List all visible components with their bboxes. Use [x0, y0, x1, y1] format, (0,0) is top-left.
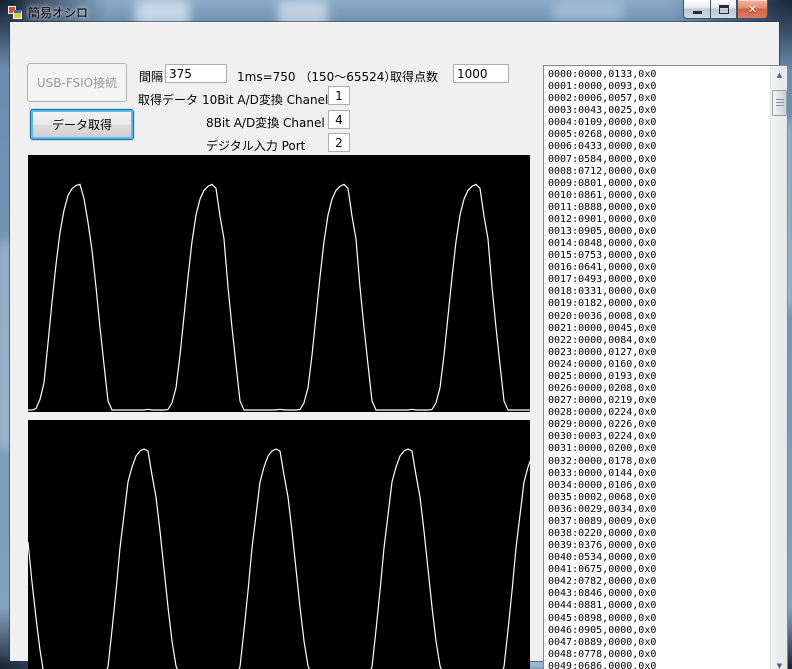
usb-connect-button[interactable]: USB-FSIO接続 — [27, 63, 127, 102]
oscilloscope-panel-8bit — [28, 420, 530, 669]
list-item[interactable]: 0040:0534,0000,0x0 — [548, 552, 767, 564]
list-item[interactable]: 0001:0000,0093,0x0 — [548, 81, 767, 93]
list-item[interactable]: 0017:0493,0000,0x0 — [548, 274, 767, 286]
list-item[interactable]: 0041:0675,0000,0x0 — [548, 564, 767, 576]
maximize-icon — [718, 4, 729, 14]
close-icon: ✕ — [747, 2, 758, 16]
client-area: USB-FSIO接続 データ取得 間隔 1ms=750 （150～65524） … — [10, 22, 788, 669]
list-item[interactable]: 0024:0000,0160,0x0 — [548, 359, 767, 371]
list-item[interactable]: 0004:0109,0000,0x0 — [548, 117, 767, 129]
list-item[interactable]: 0013:0905,0000,0x0 — [548, 226, 767, 238]
list-item[interactable]: 0008:0712,0000,0x0 — [548, 166, 767, 178]
list-item[interactable]: 0023:0000,0127,0x0 — [548, 347, 767, 359]
list-item[interactable]: 0028:0000,0224,0x0 — [548, 407, 767, 419]
list-item[interactable]: 0014:0848,0000,0x0 — [548, 238, 767, 250]
arrow-down-icon: ▼ — [776, 661, 783, 669]
waveform-8bit — [28, 448, 530, 669]
list-item[interactable]: 0002:0006,0057,0x0 — [548, 93, 767, 105]
list-item[interactable]: 0035:0002,0068,0x0 — [548, 492, 767, 504]
list-item[interactable]: 0043:0846,0000,0x0 — [548, 588, 767, 600]
list-item[interactable]: 0033:0000,0144,0x0 — [548, 468, 767, 480]
list-item[interactable]: 0025:0000,0193,0x0 — [548, 371, 767, 383]
list-item[interactable]: 0009:0801,0000,0x0 — [548, 178, 767, 190]
list-item[interactable]: 0000:0000,0133,0x0 — [548, 69, 767, 81]
data-acquire-button[interactable]: データ取得 — [30, 109, 134, 140]
ch8bit-input[interactable] — [328, 110, 350, 129]
list-lines: 0000:0000,0133,0x0 0001:0000,0093,0x0 0002… — [548, 69, 767, 669]
list-item[interactable]: 0039:0376,0000,0x0 — [548, 540, 767, 552]
list-item[interactable]: 0022:0000,0084,0x0 — [548, 335, 767, 347]
list-item[interactable]: 0018:0331,0000,0x0 — [548, 286, 767, 298]
waveform-10bit — [28, 183, 530, 411]
list-item[interactable]: 0016:0641,0000,0x0 — [548, 262, 767, 274]
list-item[interactable]: 0029:0000,0226,0x0 — [548, 419, 767, 431]
ch10bit-input[interactable] — [328, 86, 350, 105]
scroll-up-button[interactable]: ▲ — [771, 66, 788, 83]
list-item[interactable]: 0044:0881,0000,0x0 — [548, 600, 767, 612]
points-input[interactable] — [453, 64, 509, 83]
list-item[interactable]: 0019:0182,0000,0x0 — [548, 298, 767, 310]
list-item[interactable]: 0010:0861,0000,0x0 — [548, 190, 767, 202]
list-item[interactable]: 0021:0000,0045,0x0 — [548, 323, 767, 335]
scrollbar-grip-icon — [776, 99, 784, 107]
list-item[interactable]: 0032:0000,0178,0x0 — [548, 456, 767, 468]
list-item[interactable]: 0037:0089,0009,0x0 — [548, 516, 767, 528]
acquired-data-label: 取得データ — [138, 93, 199, 107]
close-button[interactable]: ✕ — [737, 0, 768, 19]
digital-port-label: デジタル入力 Port — [206, 139, 306, 153]
data-listbox[interactable]: 0000:0000,0133,0x0 0001:0000,0093,0x0 0002… — [543, 65, 788, 669]
interval-hint-label: 1ms=750 （150～65524） — [237, 70, 397, 84]
list-item[interactable]: 0031:0000,0200,0x0 — [548, 443, 767, 455]
list-item[interactable]: 0011:0888,0000,0x0 — [548, 202, 767, 214]
interval-label: 間隔 — [139, 70, 164, 84]
oscilloscope-panel-10bit — [28, 155, 530, 412]
minimize-icon — [692, 10, 702, 14]
list-item[interactable]: 0034:0000,0106,0x0 — [548, 480, 767, 492]
list-item[interactable]: 0005:0268,0000,0x0 — [548, 129, 767, 141]
app-window: 簡易オシロ ✕ USB-FSIO接続 データ取得 間隔 1ms=750 （150… — [0, 0, 792, 669]
list-item[interactable]: 0036:0029,0034,0x0 — [548, 504, 767, 516]
points-label: 取得点数 — [390, 70, 439, 84]
minimize-button[interactable] — [683, 0, 710, 19]
list-item[interactable]: 0006:0433,0000,0x0 — [548, 141, 767, 153]
list-item[interactable]: 0015:0753,0000,0x0 — [548, 250, 767, 262]
list-item[interactable]: 0045:0898,0000,0x0 — [548, 613, 767, 625]
list-item[interactable]: 0048:0778,0000,0x0 — [548, 649, 767, 661]
app-icon — [7, 4, 23, 20]
scrollbar-thumb[interactable] — [772, 90, 787, 116]
list-scrollbar[interactable]: ▲ ▼ — [770, 66, 787, 669]
ch10bit-label: 10Bit A/D変換 Chanel — [202, 93, 329, 107]
list-item[interactable]: 0030:0003,0224,0x0 — [548, 431, 767, 443]
glass-highlight — [0, 240, 10, 450]
list-item[interactable]: 0027:0000,0219,0x0 — [548, 395, 767, 407]
scroll-down-button[interactable]: ▼ — [771, 657, 788, 669]
list-item[interactable]: 0007:0584,0000,0x0 — [548, 154, 767, 166]
list-item[interactable]: 0026:0000,0208,0x0 — [548, 383, 767, 395]
maximize-button[interactable] — [710, 0, 737, 19]
digital-port-input[interactable] — [328, 133, 350, 152]
list-item[interactable]: 0042:0782,0000,0x0 — [548, 576, 767, 588]
list-item[interactable]: 0049:0686,0000,0x0 — [548, 661, 767, 669]
window-title: 簡易オシロ — [28, 6, 89, 20]
list-item[interactable]: 0020:0036,0008,0x0 — [548, 311, 767, 323]
ch8bit-label: 8Bit A/D変換 Chanel — [206, 116, 325, 130]
list-item[interactable]: 0038:0220,0000,0x0 — [548, 528, 767, 540]
arrow-up-icon: ▲ — [776, 70, 783, 79]
list-item[interactable]: 0046:0905,0000,0x0 — [548, 625, 767, 637]
list-item[interactable]: 0047:0889,0000,0x0 — [548, 637, 767, 649]
list-item[interactable]: 0003:0043,0025,0x0 — [548, 105, 767, 117]
list-item[interactable]: 0012:0901,0000,0x0 — [548, 214, 767, 226]
title-bar[interactable]: 簡易オシロ ✕ — [0, 0, 792, 22]
interval-input[interactable] — [165, 64, 227, 83]
